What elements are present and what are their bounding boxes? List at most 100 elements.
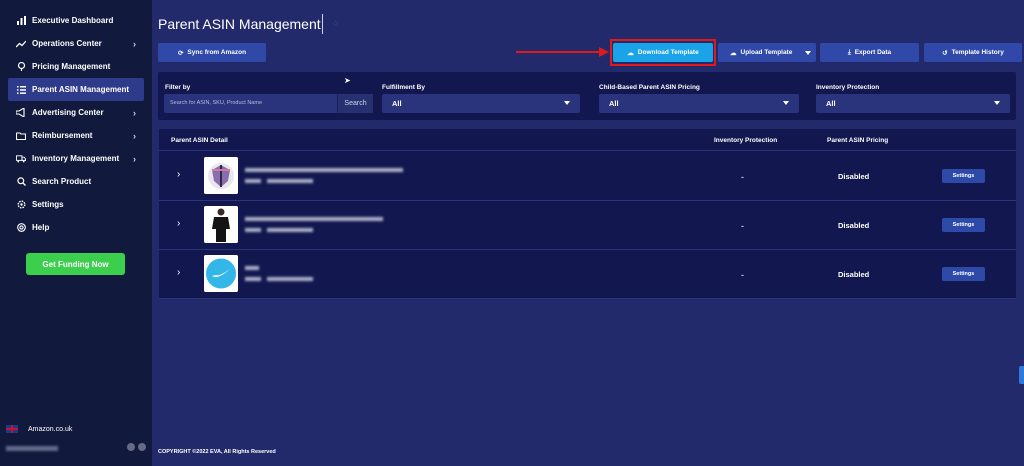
sidebar-item-label: Inventory Management xyxy=(32,154,120,163)
avatar[interactable] xyxy=(138,443,146,451)
sidebar-item-label: Operations Center xyxy=(32,39,102,48)
sidebar-item-label: Parent ASIN Management xyxy=(32,85,130,94)
inventory-protection-value: - xyxy=(741,172,744,182)
fulfillment-value: All xyxy=(392,99,402,108)
protection-filter-label: Inventory Protection xyxy=(816,84,880,91)
redacted-asin-value xyxy=(267,179,313,183)
sidebar-item-label: Settings xyxy=(32,200,64,209)
pricing-select[interactable]: All xyxy=(599,94,799,113)
search-button[interactable]: Search xyxy=(337,94,373,113)
redacted-asin-label xyxy=(245,179,261,183)
upload-label: Upload Template xyxy=(740,49,793,56)
settings-button[interactable]: Settings xyxy=(942,169,985,183)
template-history-button[interactable]: ↺ Template History xyxy=(924,43,1022,62)
get-funding-button[interactable]: Get Funding Now xyxy=(26,253,125,275)
inventory-protection-value: - xyxy=(741,221,744,231)
chevron-right-icon[interactable]: › xyxy=(177,169,180,180)
chevron-down-icon xyxy=(994,101,1000,105)
redacted-asin-label xyxy=(245,277,261,281)
product-thumbnail xyxy=(204,157,238,194)
table-row: › - Disabled Settings xyxy=(159,152,1016,201)
pricing-status: Disabled xyxy=(838,221,870,230)
sidebar-item-executive-dashboard[interactable]: Executive Dashboard xyxy=(0,9,152,32)
chevron-right-icon: › xyxy=(133,107,136,118)
sidebar-item-inventory-management[interactable]: Inventory Management › xyxy=(0,147,152,170)
fulfillment-select[interactable]: All xyxy=(382,94,580,113)
chevron-right-icon: › xyxy=(133,130,136,141)
redacted-asin-value xyxy=(267,228,313,232)
uk-flag-icon xyxy=(6,425,18,433)
chevron-right-icon: › xyxy=(133,153,136,164)
protection-value: All xyxy=(826,99,836,108)
chevron-down-icon xyxy=(564,101,570,105)
redacted-product-title xyxy=(245,217,383,221)
history-label: Template History xyxy=(951,49,1004,56)
inventory-protection-value: - xyxy=(741,270,744,280)
sidebar-item-operations-center[interactable]: Operations Center › xyxy=(0,32,152,55)
product-thumbnail xyxy=(204,206,238,243)
trend-icon xyxy=(16,39,26,49)
side-scroll-handle[interactable] xyxy=(1019,366,1024,384)
chevron-right-icon[interactable]: › xyxy=(177,218,180,229)
sidebar: Executive Dashboard Operations Center › … xyxy=(0,0,152,466)
title-divider xyxy=(322,14,323,34)
sidebar-item-label: Executive Dashboard xyxy=(32,16,114,25)
search-input[interactable]: Search for ASIN, SKU, Product Name xyxy=(170,100,262,106)
sidebar-item-search-product[interactable]: Search Product xyxy=(0,170,152,193)
upload-template-button[interactable]: ☁ Upload Template xyxy=(718,43,816,62)
megaphone-icon xyxy=(16,108,26,118)
annotation-arrow-head xyxy=(599,47,609,57)
download-icon: ⤓ xyxy=(847,48,851,56)
tag-icon xyxy=(16,62,26,72)
table-row: › - Disabled Settings xyxy=(159,250,1016,299)
protection-select[interactable]: All xyxy=(816,94,1010,113)
table-row: › - Disabled Settings xyxy=(159,201,1016,250)
sidebar-item-label: Advertising Center xyxy=(32,108,104,117)
folder-icon xyxy=(16,131,26,141)
redacted-account-text xyxy=(6,446,58,451)
export-data-button[interactable]: ⤓ Export Data xyxy=(820,43,919,62)
sync-from-amazon-button[interactable]: ⟳ Sync from Amazon xyxy=(158,43,266,62)
sidebar-item-reimbursement[interactable]: Reimbursement › xyxy=(0,124,152,147)
annotation-arrow-line xyxy=(516,51,601,53)
chevron-down-icon xyxy=(783,101,789,105)
column-header: Inventory Protection xyxy=(714,137,778,144)
copyright-footer: COPYRIGHT ©2022 EVA, All Rights Reserved xyxy=(158,449,276,455)
star-icon[interactable]: ☆ xyxy=(332,19,339,28)
redacted-asin-value xyxy=(267,277,313,281)
search-icon xyxy=(16,177,26,187)
settings-button[interactable]: Settings xyxy=(942,218,985,232)
fulfillment-label: Fulfillment By xyxy=(382,84,425,91)
upload-dropdown-caret-icon[interactable] xyxy=(805,51,811,55)
sidebar-item-label: Help xyxy=(32,223,50,232)
gear-icon xyxy=(16,200,26,210)
marketplace-selector[interactable]: Amazon.co.uk xyxy=(6,425,72,433)
pricing-filter-label: Child-Based Parent ASIN Pricing xyxy=(599,84,700,91)
lifebuoy-icon xyxy=(16,223,26,233)
sidebar-item-help[interactable]: Help xyxy=(0,216,152,239)
sidebar-item-pricing-management[interactable]: Pricing Management xyxy=(0,55,152,78)
chevron-right-icon[interactable]: › xyxy=(177,267,180,278)
collapse-icon[interactable] xyxy=(127,443,135,451)
settings-button[interactable]: Settings xyxy=(942,267,985,281)
sidebar-item-settings[interactable]: Settings xyxy=(0,193,152,216)
sidebar-item-advertising-center[interactable]: Advertising Center › xyxy=(0,101,152,124)
column-header: Parent ASIN Detail xyxy=(171,137,228,144)
history-icon: ↺ xyxy=(942,49,948,57)
sidebar-item-parent-asin-management[interactable]: Parent ASIN Management xyxy=(8,78,144,101)
parent-asin-table: Parent ASIN Detail Inventory Protection … xyxy=(159,129,1016,299)
sidebar-footer-icons xyxy=(127,443,146,451)
truck-icon xyxy=(16,154,26,164)
marketplace-label: Amazon.co.uk xyxy=(28,425,73,433)
sync-label: Sync from Amazon xyxy=(187,49,247,56)
filter-panel: Filter by Search for ASIN, SKU, Product … xyxy=(158,72,1016,120)
sidebar-item-label: Pricing Management xyxy=(32,62,111,71)
mouse-cursor-icon: ➤ xyxy=(344,76,351,85)
sidebar-item-label: Search Product xyxy=(32,177,92,186)
pricing-status: Disabled xyxy=(838,270,870,279)
refresh-icon: ⟳ xyxy=(177,49,184,57)
filter-by-label: Filter by xyxy=(165,84,191,91)
search-field[interactable]: Search for ASIN, SKU, Product Name Searc… xyxy=(164,94,373,113)
page-title: Parent ASIN Management xyxy=(158,16,321,32)
table-header: Parent ASIN Detail Inventory Protection … xyxy=(159,129,1016,151)
